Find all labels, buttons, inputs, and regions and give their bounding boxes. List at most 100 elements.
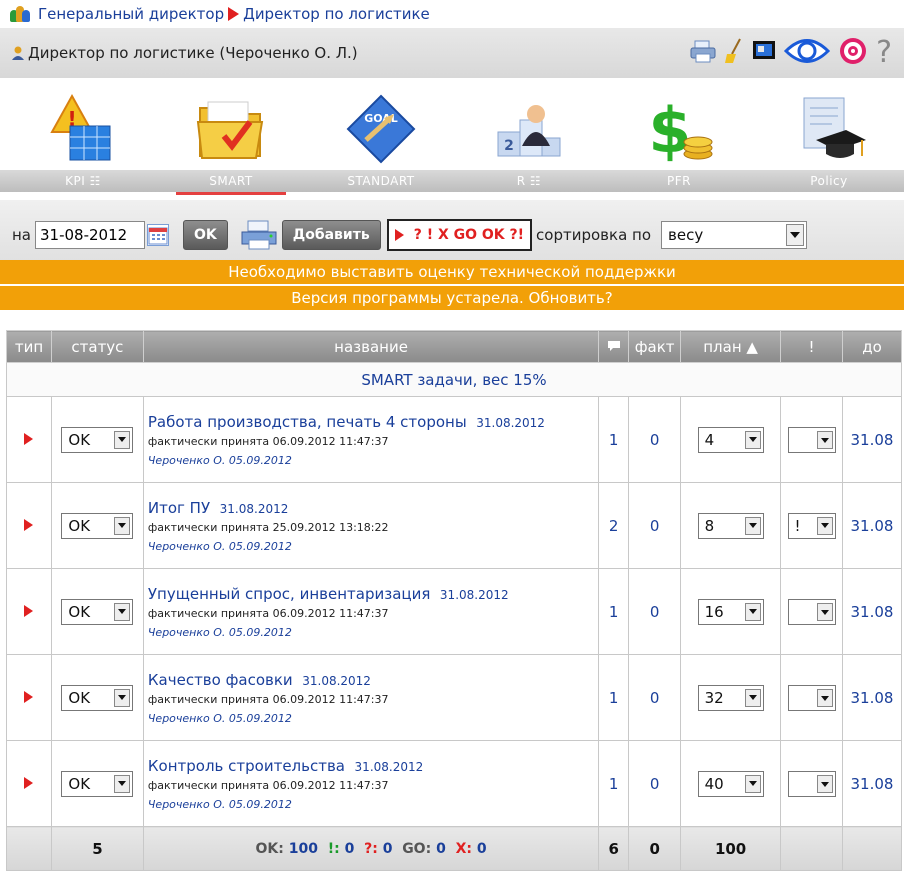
- chevron-down-icon[interactable]: [816, 431, 833, 449]
- nav-item-pfr[interactable]: $ PFR: [624, 78, 734, 196]
- col-header-status[interactable]: статус: [50, 330, 144, 363]
- add-button[interactable]: Добавить: [281, 220, 381, 250]
- task-comments-count[interactable]: 2: [598, 482, 630, 569]
- status-filter[interactable]: ? ! X GO OK ?!: [386, 219, 533, 251]
- col-header-flag[interactable]: !: [780, 330, 843, 363]
- task-accepted: фактически принята 06.09.2012 11:47:37: [147, 606, 389, 620]
- chevron-down-icon[interactable]: [744, 602, 761, 621]
- printer-icon[interactable]: [240, 220, 278, 250]
- task-type-icon[interactable]: [24, 604, 34, 617]
- plan-select[interactable]: 4: [697, 426, 764, 453]
- chevron-down-icon[interactable]: [744, 430, 761, 449]
- status-select[interactable]: OK: [61, 684, 134, 711]
- flag-select[interactable]: [787, 427, 836, 453]
- eye-icon[interactable]: [783, 36, 831, 70]
- help-icon[interactable]: ?: [876, 38, 892, 68]
- print-icon[interactable]: [690, 39, 716, 67]
- task-type-icon[interactable]: [24, 432, 34, 445]
- status-select[interactable]: OK: [61, 512, 134, 539]
- sort-select[interactable]: весу: [661, 221, 808, 249]
- chevron-down-icon[interactable]: [744, 688, 761, 707]
- task-fact: 0: [628, 654, 682, 741]
- plan-select-value: 16: [704, 602, 724, 621]
- task-type-icon[interactable]: [24, 776, 34, 789]
- task-type-icon[interactable]: [24, 518, 34, 531]
- col-header-name[interactable]: название: [142, 330, 600, 363]
- task-title-link[interactable]: Работа производства, печать 4 стороны: [148, 413, 467, 431]
- task-title-link[interactable]: Упущенный спрос, инвентаризация: [148, 585, 430, 603]
- nav-item-pfr-label: PFR: [667, 174, 691, 188]
- calendar-icon[interactable]: [147, 224, 169, 246]
- nav-item-smart[interactable]: SMART: [176, 78, 286, 196]
- chevron-down-icon[interactable]: [816, 775, 833, 793]
- flag-select[interactable]: !: [787, 512, 836, 539]
- chevron-down-icon[interactable]: [816, 603, 833, 621]
- task-type-icon[interactable]: [24, 690, 34, 703]
- breadcrumb-link-general-director[interactable]: Генеральный директор: [38, 5, 224, 23]
- flag-select[interactable]: [787, 771, 836, 797]
- task-fact: 0: [628, 396, 682, 483]
- task-title-link[interactable]: Контроль строительства: [148, 757, 345, 775]
- scroll-graduation-cap-icon: [792, 92, 866, 166]
- chevron-down-icon[interactable]: [744, 516, 761, 535]
- chevron-down-icon[interactable]: [114, 688, 131, 707]
- monitor-icon[interactable]: [752, 40, 776, 66]
- date-input[interactable]: [35, 221, 145, 249]
- task-due: 31.08: [842, 568, 902, 655]
- chevron-down-icon[interactable]: [786, 224, 805, 246]
- chevron-down-icon[interactable]: [114, 602, 131, 621]
- table-row: OK Качество фасовки 31.08.2012 фактическ…: [6, 654, 902, 741]
- nav-item-r[interactable]: 2 R ☷: [474, 78, 584, 196]
- task-author: Чероченко О. 05.09.2012: [147, 711, 292, 725]
- status-select[interactable]: OK: [61, 598, 134, 625]
- chevron-down-icon[interactable]: [114, 516, 131, 535]
- user-header: Директор по логистике (Чероченко О. Л.) …: [0, 28, 904, 78]
- target-icon[interactable]: [838, 36, 868, 70]
- notice-update[interactable]: Версия программы устарела. Обновить?: [0, 286, 904, 310]
- col-header-due[interactable]: до: [842, 330, 902, 363]
- col-header-plan[interactable]: план ▲: [680, 330, 782, 363]
- chevron-down-icon[interactable]: [816, 689, 833, 707]
- footer-status-summary: OK: 100 !: 0 ?: 0 GO: 0 X: 0: [142, 826, 600, 871]
- task-comments-count[interactable]: 1: [598, 654, 630, 741]
- plan-select-value: 8: [704, 516, 715, 535]
- chevron-down-icon[interactable]: [744, 774, 761, 793]
- nav-item-kpi[interactable]: ! KPI ☷: [28, 78, 138, 196]
- task-accepted: фактически принята 06.09.2012 11:47:37: [147, 692, 389, 706]
- col-header-comments[interactable]: [598, 330, 630, 363]
- status-select[interactable]: OK: [61, 770, 134, 797]
- flag-select[interactable]: [787, 685, 836, 711]
- status-select-value: OK: [68, 516, 91, 535]
- plan-select[interactable]: 8: [697, 512, 764, 539]
- plan-select[interactable]: 16: [697, 598, 764, 625]
- plan-select[interactable]: 40: [697, 770, 764, 797]
- flag-select[interactable]: [787, 599, 836, 625]
- status-select[interactable]: OK: [61, 426, 134, 453]
- task-comments-count[interactable]: 1: [598, 740, 630, 827]
- sort-label: сортировка по: [536, 226, 652, 244]
- plan-select-value: 40: [704, 774, 724, 793]
- plan-select[interactable]: 32: [697, 684, 764, 711]
- podium-person-icon: 2: [492, 92, 566, 166]
- chevron-down-icon[interactable]: [114, 774, 131, 793]
- chevron-down-icon[interactable]: [114, 430, 131, 449]
- task-date: 31.08.2012: [219, 501, 289, 516]
- task-title-link[interactable]: Качество фасовки: [148, 671, 293, 689]
- notice-tech-support[interactable]: Необходимо выставить оценку технической …: [0, 260, 904, 284]
- plan-select-value: 4: [704, 430, 715, 449]
- chevron-down-icon[interactable]: [816, 516, 833, 535]
- nav-item-standart[interactable]: GOAL STANDART: [326, 78, 436, 196]
- ok-button[interactable]: OK: [183, 220, 228, 250]
- col-header-fact[interactable]: факт: [628, 330, 682, 363]
- task-comments-count[interactable]: 1: [598, 396, 630, 483]
- nav-item-policy[interactable]: Policy: [774, 78, 884, 196]
- col-header-type[interactable]: тип: [6, 330, 52, 363]
- task-comments-count[interactable]: 1: [598, 568, 630, 655]
- kpi-warning-table-icon: !: [46, 92, 120, 166]
- task-due: 31.08: [842, 482, 902, 569]
- task-fact: 0: [628, 568, 682, 655]
- breadcrumb-link-logistics-director[interactable]: Директор по логистике: [243, 5, 430, 23]
- tasks-table: тип статус название факт план ▲ ! до SMA…: [6, 330, 902, 871]
- task-title-link[interactable]: Итог ПУ: [148, 499, 210, 517]
- broom-icon[interactable]: [724, 38, 744, 68]
